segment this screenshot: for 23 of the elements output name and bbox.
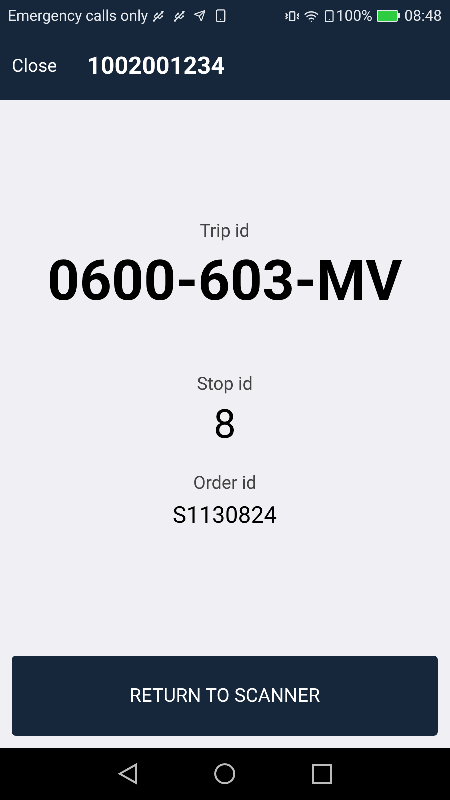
battery-percent: 100% <box>336 6 373 27</box>
field-value: 8 <box>214 402 236 448</box>
back-icon[interactable] <box>118 763 138 785</box>
send-icon <box>194 10 206 22</box>
usb-icon <box>173 10 186 22</box>
close-button[interactable]: Close <box>12 52 58 80</box>
field-value: S1130824 <box>172 501 278 531</box>
clock-text: 08:48 <box>404 6 442 27</box>
field-label: Stop id <box>197 373 253 397</box>
header-title: 1002001234 <box>87 51 225 82</box>
recents-icon[interactable] <box>312 764 332 784</box>
vibrate-icon <box>285 8 300 24</box>
battery-icon <box>376 10 401 22</box>
return-to-scanner-button[interactable]: RETURN TO SCANNER <box>12 656 438 736</box>
field-label: Trip id <box>200 220 250 244</box>
home-icon[interactable] <box>214 763 236 785</box>
usb-icon <box>152 10 166 22</box>
wifi-icon <box>304 8 320 24</box>
phone-icon <box>214 9 228 23</box>
sim-icon <box>323 10 336 22</box>
carrier-text: Emergency calls only <box>8 6 148 27</box>
field-value: 0600-603-MV <box>48 249 402 313</box>
field-label: Order id <box>193 472 257 496</box>
